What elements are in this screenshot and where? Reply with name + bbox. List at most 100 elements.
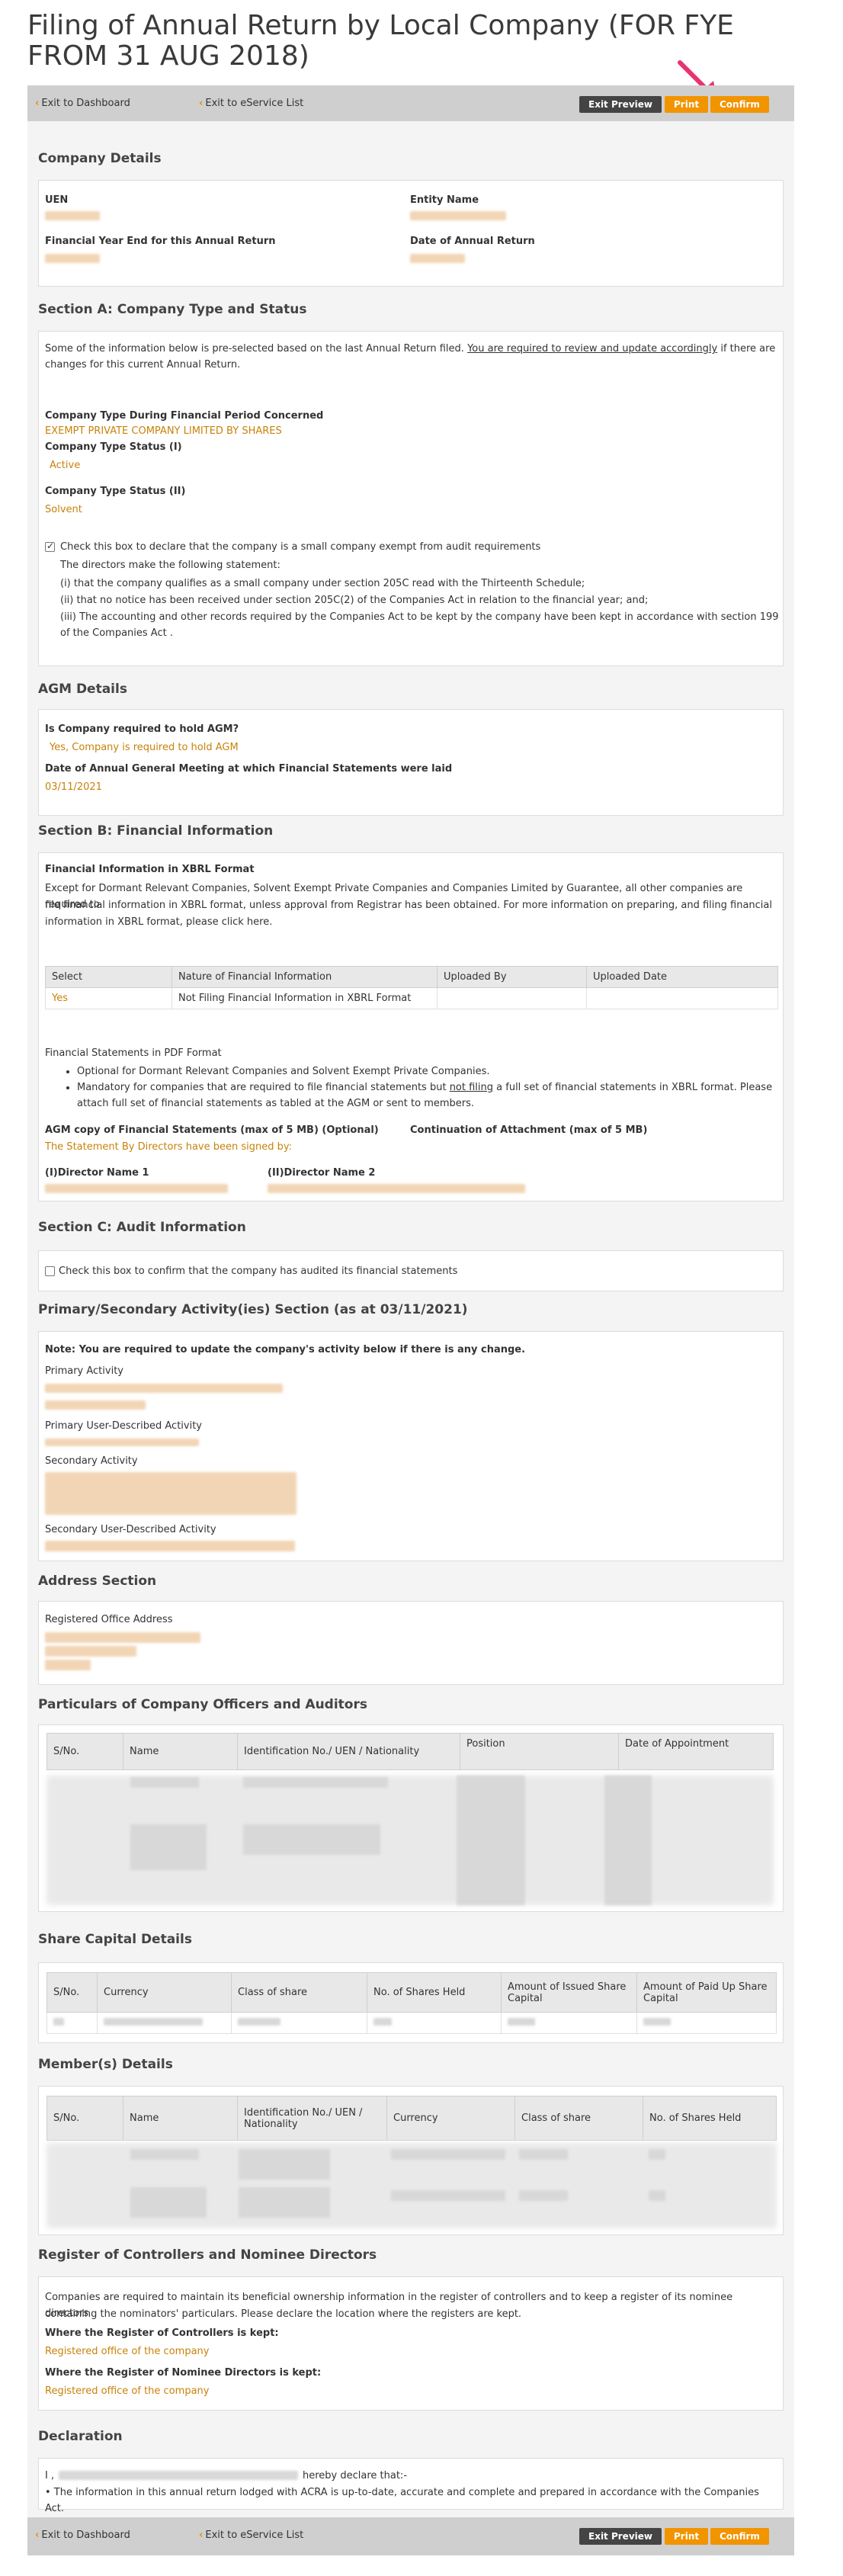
exit-preview-button[interactable]: Exit Preview bbox=[579, 96, 662, 113]
share-capital-table: S/No. Currency Class of share No. of Sha… bbox=[46, 1972, 777, 2034]
fye-label: Financial Year End for this Annual Retur… bbox=[45, 236, 276, 247]
members-table-header: S/No. Name Identification No./ UEN / Nat… bbox=[46, 2096, 777, 2141]
fye-value-redacted bbox=[45, 254, 100, 263]
share-capital-table-header: S/No. Currency Class of share No. of Sha… bbox=[46, 1972, 777, 2013]
not-filing-link: not filing bbox=[449, 1082, 494, 1093]
small-company-checkbox[interactable] bbox=[45, 541, 55, 552]
pdf-bullet-2c: attach full set of financial statements … bbox=[77, 1098, 475, 1109]
share-class-redacted bbox=[238, 2018, 280, 2026]
share-col-shares-held: No. of Shares Held bbox=[367, 1972, 502, 2013]
registered-address-line3-redacted bbox=[45, 1660, 91, 1670]
share-currency-redacted bbox=[104, 2018, 203, 2026]
entity-name-label: Entity Name bbox=[410, 194, 479, 206]
declarant-name-redacted bbox=[59, 2471, 298, 2480]
audited-check-text: Check this box to confirm that the compa… bbox=[59, 1266, 458, 1277]
pdf-title: Financial Statements in PDF Format bbox=[45, 1047, 222, 1059]
print-button[interactable]: Print bbox=[665, 96, 709, 113]
confirm-button-bottom[interactable]: Confirm bbox=[710, 2528, 769, 2545]
intro-text-1: Some of the information below is pre-sel… bbox=[45, 343, 464, 354]
chevron-left-icon: ‹ bbox=[35, 98, 40, 109]
company-details-panel: UEN Entity Name Financial Year End for t… bbox=[38, 180, 784, 287]
section-a-panel: Some of the information below is pre-sel… bbox=[38, 331, 784, 666]
agm-date-value: 03/11/2021 bbox=[45, 781, 102, 793]
xbrl-table: Select Nature of Financial Information U… bbox=[45, 966, 778, 1009]
xbrl-nature-value: Not Filing Financial Information in XBRL… bbox=[171, 987, 438, 1009]
secondary-user-activity-value-redacted bbox=[45, 1541, 295, 1551]
xbrl-table-header: Select Nature of Financial Information U… bbox=[45, 966, 778, 988]
share-held-redacted bbox=[373, 2018, 392, 2026]
officers-col-position: Position bbox=[460, 1733, 619, 1770]
member-currency-redacted bbox=[391, 2149, 505, 2160]
exit-eservice-label: Exit to eService List bbox=[205, 2529, 304, 2541]
share-col-sno: S/No. bbox=[46, 1972, 98, 2013]
address-heading: Address Section bbox=[38, 1574, 157, 1589]
section-a-intro: Some of the information below is pre-sel… bbox=[45, 341, 777, 373]
intro-text-3: changes for this current Annual Return. bbox=[45, 359, 241, 371]
xbrl-title: Financial Information in XBRL Format bbox=[45, 864, 255, 875]
officers-table-header: S/No. Name Identification No./ UEN / Nat… bbox=[46, 1733, 774, 1770]
member-shares-redacted-2 bbox=[649, 2190, 665, 2201]
member-class-redacted-2 bbox=[519, 2190, 568, 2201]
xbrl-col-nature: Nature of Financial Information bbox=[171, 966, 438, 988]
pdf-bullet-2a: Mandatory for companies that are require… bbox=[77, 1082, 447, 1093]
registered-address-label: Registered Office Address bbox=[45, 1614, 173, 1625]
confirm-button[interactable]: Confirm bbox=[710, 96, 769, 113]
entity-name-value-redacted bbox=[410, 211, 506, 220]
audited-checkbox[interactable] bbox=[45, 1266, 55, 1276]
exit-dashboard-link-bottom[interactable]: ‹ Exit to Dashboard bbox=[35, 2529, 130, 2541]
members-panel: S/No. Name Identification No./ UEN / Nat… bbox=[38, 2086, 784, 2235]
exit-eservice-link-bottom[interactable]: ‹ Exit to eService List bbox=[199, 2529, 303, 2541]
officer-name-redacted bbox=[130, 1777, 199, 1788]
controllers-panel: Companies are required to maintain its b… bbox=[38, 2276, 784, 2411]
secondary-user-activity-label: Secondary User-Described Activity bbox=[45, 1524, 216, 1535]
exit-dashboard-label: Exit to Dashboard bbox=[41, 98, 130, 109]
secondary-activity-label: Secondary Activity bbox=[45, 1455, 138, 1467]
primary-activity-value-redacted-2 bbox=[45, 1400, 146, 1410]
activity-note: Note: You are required to update the com… bbox=[45, 1344, 526, 1355]
members-col-id: Identification No./ UEN / Nationality bbox=[237, 2096, 387, 2141]
section-b-heading: Section B: Financial Information bbox=[38, 823, 274, 839]
members-table: S/No. Name Identification No./ UEN / Nat… bbox=[46, 2096, 777, 2141]
officers-col-appointment: Date of Appointment bbox=[618, 1733, 774, 1770]
officers-table: S/No. Name Identification No./ UEN / Nat… bbox=[46, 1733, 774, 1770]
director1-value-redacted bbox=[45, 1184, 228, 1193]
exit-eservice-link[interactable]: ‹ Exit to eService List bbox=[199, 98, 303, 109]
secondary-activity-value-redacted bbox=[45, 1472, 296, 1515]
xbrl-select-value[interactable]: Yes bbox=[45, 987, 172, 1009]
member-name-redacted bbox=[130, 2149, 199, 2160]
members-heading: Member(s) Details bbox=[38, 2057, 173, 2072]
xbrl-uploaded-date-value bbox=[586, 987, 778, 1009]
declaration-panel: I , hereby declare that:- • The informat… bbox=[38, 2458, 784, 2514]
share-capital-heading: Share Capital Details bbox=[38, 1932, 192, 1947]
exit-dashboard-link[interactable]: ‹ Exit to Dashboard bbox=[35, 98, 130, 109]
member-id-redacted-2 bbox=[239, 2187, 330, 2218]
share-issued-redacted bbox=[508, 2018, 535, 2026]
print-button-bottom[interactable]: Print bbox=[665, 2528, 709, 2545]
activity-heading: Primary/Secondary Activity(ies) Section … bbox=[38, 1302, 468, 1317]
chevron-left-icon: ‹ bbox=[35, 2529, 40, 2541]
xbrl-text-3: information in XBRL format, please click… bbox=[45, 916, 273, 928]
share-col-class: Class of share bbox=[231, 1972, 367, 2013]
officers-col-sno: S/No. bbox=[46, 1733, 123, 1770]
top-toolbar: ‹ Exit to Dashboard ‹ Exit to eService Lis… bbox=[27, 85, 794, 124]
statement-item-3b: of the Companies Act . bbox=[60, 627, 173, 639]
director2-label: (II)Director Name 2 bbox=[268, 1167, 376, 1179]
status2-label: Company Type Status (II) bbox=[45, 486, 186, 497]
xbrl-col-uploaded-date: Uploaded Date bbox=[586, 966, 778, 988]
members-col-name: Name bbox=[123, 2096, 238, 2141]
section-a-heading: Section A: Company Type and Status bbox=[38, 302, 307, 317]
controllers-kept-label: Where the Register of Controllers is kep… bbox=[45, 2327, 279, 2339]
member-id-redacted bbox=[239, 2149, 330, 2180]
nominee-kept-value: Registered office of the company bbox=[45, 2385, 210, 2397]
xbrl-uploaded-by-value bbox=[437, 987, 587, 1009]
exit-preview-button-bottom[interactable]: Exit Preview bbox=[579, 2528, 662, 2545]
primary-activity-value-redacted bbox=[45, 1384, 283, 1393]
controllers-heading: Register of Controllers and Nominee Dire… bbox=[38, 2247, 377, 2263]
status1-label: Company Type Status (I) bbox=[45, 441, 182, 453]
review-update-link[interactable]: You are required to review and update ac… bbox=[467, 343, 717, 354]
declaration-prefix: I , bbox=[45, 2470, 55, 2481]
uen-value-redacted bbox=[45, 211, 100, 220]
declaration-suffix: hereby declare that:- bbox=[303, 2470, 408, 2481]
officers-col-id: Identification No./ UEN / Nationality bbox=[237, 1733, 460, 1770]
section-c-heading: Section C: Audit Information bbox=[38, 1220, 246, 1235]
